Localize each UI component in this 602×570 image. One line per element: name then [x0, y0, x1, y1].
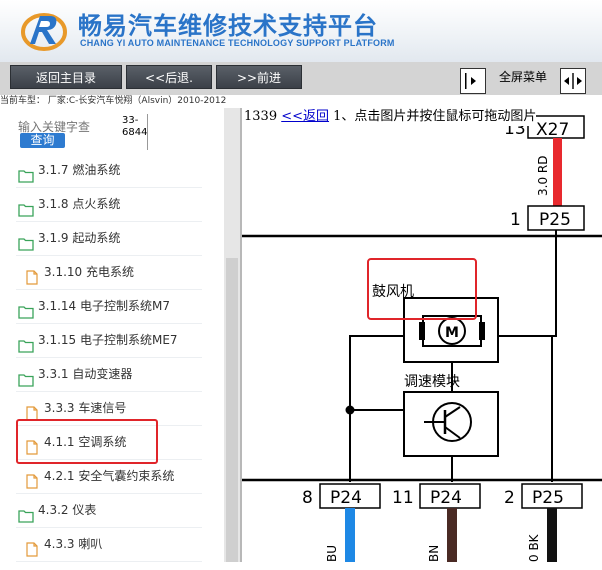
speed-module-label: 调速模块: [404, 374, 460, 390]
wire-label: 3.0 RD: [536, 156, 550, 196]
expand-icon: [564, 73, 582, 89]
arrow-right-icon: [465, 73, 476, 89]
motor-terminal: [479, 322, 485, 340]
instruction-text: 1、点击图片并按住鼠标可拖动图片: [329, 109, 537, 124]
tree-item[interactable]: 3.1.10 充电系统: [16, 256, 202, 290]
current-vehicle-info: 当前车型： 厂家:C-长安汽车悦翔（Alsvin）2010-2012: [0, 95, 602, 108]
motor-terminal: [419, 322, 425, 340]
tree-item[interactable]: 3.1.8 点火系统: [16, 188, 202, 222]
tree-item[interactable]: 4.3.3 喇叭: [16, 528, 202, 562]
fullscreen-button[interactable]: [560, 68, 586, 94]
tree-item-label: 3.3.1 自动变速器: [38, 367, 133, 381]
result-count: 33-6844: [122, 115, 148, 138]
file-icon: [26, 537, 38, 570]
tree-item-label: 3.1.10 充电系统: [44, 265, 134, 279]
highlight-box: [16, 419, 158, 464]
blue-wire: [345, 508, 355, 562]
header-banner: 畅易汽车维修技术支持平台 CHANG YI AUTO MAINTENANCE T…: [0, 0, 602, 62]
sidebar-scrollbar[interactable]: [224, 108, 240, 562]
tree-item-label: 3.1.8 点火系统: [38, 197, 121, 211]
red-wire: [553, 138, 562, 206]
black-wire: [547, 508, 557, 562]
tree-item[interactable]: 3.1.7 燃油系统: [16, 154, 202, 188]
tree-item[interactable]: 4.3.2 仪表: [16, 494, 202, 528]
back-button[interactable]: <<后退.: [126, 65, 212, 89]
forward-button[interactable]: >>前进: [216, 65, 302, 89]
sidebar: 查询 33-6844 3.1.7 燃油系统 3.1.8 点火系统 3.1.9 起动系…: [0, 108, 242, 562]
tree-item[interactable]: 4.2.1 安全气囊约束系统: [16, 460, 202, 494]
wire-label: BU: [325, 545, 339, 562]
blower-label: 鼓风机: [372, 284, 414, 300]
fullscreen-menu-label[interactable]: 全屏菜单: [497, 70, 549, 84]
site-title: 畅易汽车维修技术支持平台: [78, 12, 378, 40]
tree-item-label: 3.1.9 起动系统: [38, 231, 121, 245]
tree-item-label: 4.3.3 喇叭: [44, 537, 103, 551]
tree-item[interactable]: 3.3.1 自动变速器: [16, 358, 202, 392]
collapse-menu-button[interactable]: [460, 68, 486, 94]
connector-label: P24: [330, 488, 362, 508]
wire: [498, 230, 557, 337]
divider: [147, 114, 148, 150]
connector-label: X27: [536, 120, 569, 140]
page-number: 1339: [244, 109, 278, 124]
tree-item[interactable]: 3.1.14 电子控制系统M7: [16, 290, 202, 324]
brown-wire: [447, 508, 457, 562]
back-link[interactable]: <<返回: [281, 109, 329, 124]
wire: [349, 335, 404, 410]
wire-label: 0 BK: [527, 533, 541, 562]
site-subtitle: CHANG YI AUTO MAINTENANCE TECHNOLOGY SUP…: [80, 38, 395, 48]
tree-item[interactable]: 3.1.15 电子控制系统ME7: [16, 324, 202, 358]
pin-number: 1: [510, 210, 521, 230]
home-button[interactable]: 返回主目录: [10, 65, 122, 89]
pin-number: 11: [392, 488, 414, 508]
content-topline: 1339 <<返回 1、点击图片并按住鼠标可拖动图片: [244, 108, 537, 126]
tree-item[interactable]: 3.1.9 起动系统: [16, 222, 202, 256]
tree-item-label: 4.2.1 安全气囊约束系统: [44, 469, 175, 483]
connector-label: P24: [430, 488, 462, 508]
wiring-diagram[interactable]: X27 13 3.0 RD P25 1 鼓风机 M 调速模块 P24 8 P24…: [242, 108, 602, 562]
scrollbar-thumb[interactable]: [226, 258, 238, 562]
pin-number: 8: [302, 488, 313, 508]
tree-item-label: 3.1.15 电子控制系统ME7: [38, 333, 178, 347]
search-button[interactable]: 查询: [20, 133, 65, 148]
logo-icon: [21, 13, 67, 51]
connector-label: P25: [532, 488, 564, 508]
tree-item-label: 3.1.7 燃油系统: [38, 163, 121, 177]
content-pane: X27 13 3.0 RD P25 1 鼓风机 M 调速模块 P24 8 P24…: [242, 108, 602, 562]
pin-number: 2: [504, 488, 515, 508]
tree-item-label: 4.3.2 仪表: [38, 503, 97, 517]
tree-item-label: 3.1.14 电子控制系统M7: [38, 299, 170, 313]
wire-label: BN: [427, 545, 441, 562]
connector-label: P25: [539, 210, 571, 230]
motor-symbol: M: [445, 325, 459, 341]
